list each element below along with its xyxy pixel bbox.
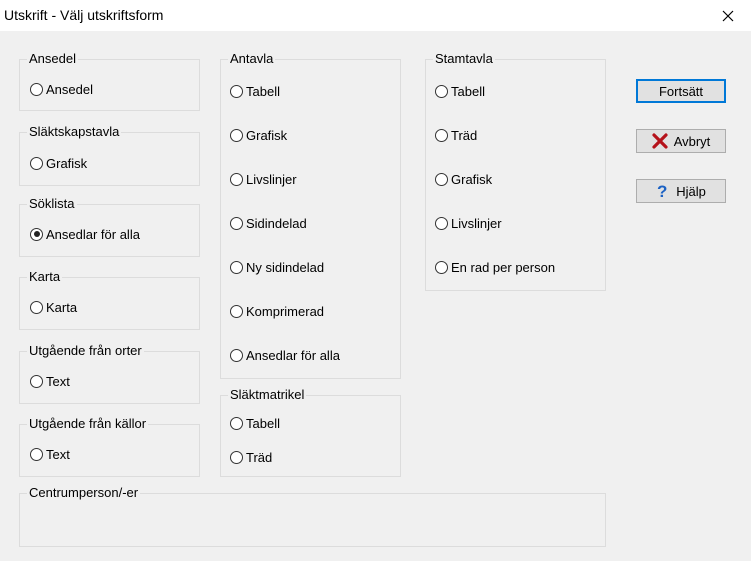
radio-circle [30, 227, 43, 241]
question-icon: ? [656, 182, 670, 200]
radio-circle [230, 216, 243, 230]
radio-slaktmatrikel-tabell[interactable]: Tabell [230, 414, 280, 432]
radio-label: Text [46, 373, 70, 389]
radio-label: Ny sidindelad [246, 259, 325, 275]
help-button[interactable]: ? Hjälp [636, 179, 726, 203]
radio-circle [30, 156, 43, 170]
group-legend: Utgående från källor [27, 416, 149, 432]
radio-circle [230, 260, 243, 274]
radio-label: Tabell [246, 415, 280, 431]
radio-kallor-text[interactable]: Text [30, 445, 70, 463]
radio-circle [230, 304, 243, 318]
radio-label: Sidindelad [246, 215, 307, 231]
radio-circle [30, 82, 43, 96]
radio-circle [435, 216, 448, 230]
radio-label: Ansedlar för alla [246, 347, 340, 363]
group-legend: Utgående från orter [27, 343, 144, 359]
group-ansedel: Ansedel Ansedel [19, 51, 200, 111]
title-bar: Utskrift - Välj utskriftsform [0, 0, 751, 31]
close-button[interactable] [705, 0, 751, 31]
continue-label: Fortsätt [658, 83, 704, 99]
group-kallor: Utgående från källor Text [19, 416, 200, 477]
radio-circle [230, 348, 243, 362]
radio-soklista-ansedlar[interactable]: Ansedlar för alla [30, 225, 140, 243]
radio-label: Livslinjer [246, 171, 297, 187]
radio-circle [30, 300, 43, 314]
radio-stamtavla-tabell[interactable]: Tabell [435, 82, 485, 100]
group-antavla: Antavla Tabell Grafisk Livslinjer Sidind… [220, 51, 401, 379]
radio-label: Ansedlar för alla [46, 226, 140, 242]
radio-label: Karta [46, 299, 78, 315]
group-legend: Centrumperson/-er [27, 485, 141, 501]
cancel-label: Avbryt [673, 133, 711, 149]
radio-stamtavla-livslinjer[interactable]: Livslinjer [435, 214, 502, 232]
radio-label: Grafisk [46, 155, 88, 171]
radio-antavla-grafisk[interactable]: Grafisk [230, 126, 287, 144]
radio-antavla-komprimerad[interactable]: Komprimerad [230, 302, 324, 320]
group-stamtavla: Stamtavla Tabell Träd Grafisk Livslinjer… [425, 51, 606, 291]
radio-circle [230, 450, 243, 464]
red-x-icon [652, 133, 668, 149]
group-karta: Karta Karta [19, 269, 200, 330]
help-label: Hjälp [676, 183, 706, 199]
radio-label: Träd [246, 449, 273, 465]
radio-label: Tabell [246, 83, 280, 99]
group-slaktmatrikel: Släktmatrikel Tabell Träd [220, 387, 401, 477]
radio-label: En rad per person [451, 259, 556, 275]
group-legend: Antavla [228, 51, 276, 67]
radio-circle [230, 84, 243, 98]
radio-circle [230, 128, 243, 142]
radio-slaktmatrikel-trad[interactable]: Träd [230, 448, 272, 466]
radio-circle [30, 447, 43, 461]
radio-circle [435, 260, 448, 274]
group-orter: Utgående från orter Text [19, 343, 200, 404]
group-legend: Söklista [27, 196, 77, 212]
radio-slaktskapstavla-grafisk[interactable]: Grafisk [30, 154, 87, 172]
group-legend: Släktmatrikel [228, 387, 307, 403]
continue-button[interactable]: Fortsätt [636, 79, 726, 103]
group-centrumperson: Centrumperson/-er [19, 485, 606, 547]
radio-label: Ansedel [46, 81, 93, 97]
radio-circle [435, 128, 448, 142]
close-icon [722, 10, 734, 21]
radio-circle [435, 172, 448, 186]
group-legend: Släktskapstavla [27, 124, 122, 140]
radio-antavla-tabell[interactable]: Tabell [230, 82, 280, 100]
radio-karta[interactable]: Karta [30, 298, 77, 316]
radio-label: Komprimerad [246, 303, 325, 319]
radio-antavla-livslinjer[interactable]: Livslinjer [230, 170, 297, 188]
radio-label: Grafisk [451, 171, 493, 187]
radio-ansedel[interactable]: Ansedel [30, 80, 93, 98]
radio-circle [230, 172, 243, 186]
radio-antavla-sidindelad[interactable]: Sidindelad [230, 214, 307, 232]
radio-antavla-ny-sidindelad[interactable]: Ny sidindelad [230, 258, 324, 276]
svg-text:?: ? [657, 182, 667, 200]
group-soklista: Söklista Ansedlar för alla [19, 196, 200, 257]
radio-stamtavla-grafisk[interactable]: Grafisk [435, 170, 492, 188]
radio-label: Tabell [451, 83, 485, 99]
radio-circle [30, 374, 43, 388]
cancel-button[interactable]: Avbryt [636, 129, 726, 153]
radio-stamtavla-trad[interactable]: Träd [435, 126, 477, 144]
group-legend: Karta [27, 269, 63, 285]
radio-label: Livslinjer [451, 215, 502, 231]
radio-label: Grafisk [246, 127, 288, 143]
radio-circle [230, 416, 243, 430]
radio-orter-text[interactable]: Text [30, 372, 70, 390]
radio-label: Träd [451, 127, 478, 143]
radio-circle [435, 84, 448, 98]
group-legend: Ansedel [27, 51, 78, 67]
radio-antavla-ansedlar[interactable]: Ansedlar för alla [230, 346, 340, 364]
radio-label: Text [46, 446, 70, 462]
group-slaktskapstavla: Släktskapstavla Grafisk [19, 124, 200, 186]
group-legend: Stamtavla [433, 51, 495, 67]
radio-stamtavla-en-rad[interactable]: En rad per person [435, 258, 555, 276]
window-title: Utskrift - Välj utskriftsform [4, 7, 164, 23]
